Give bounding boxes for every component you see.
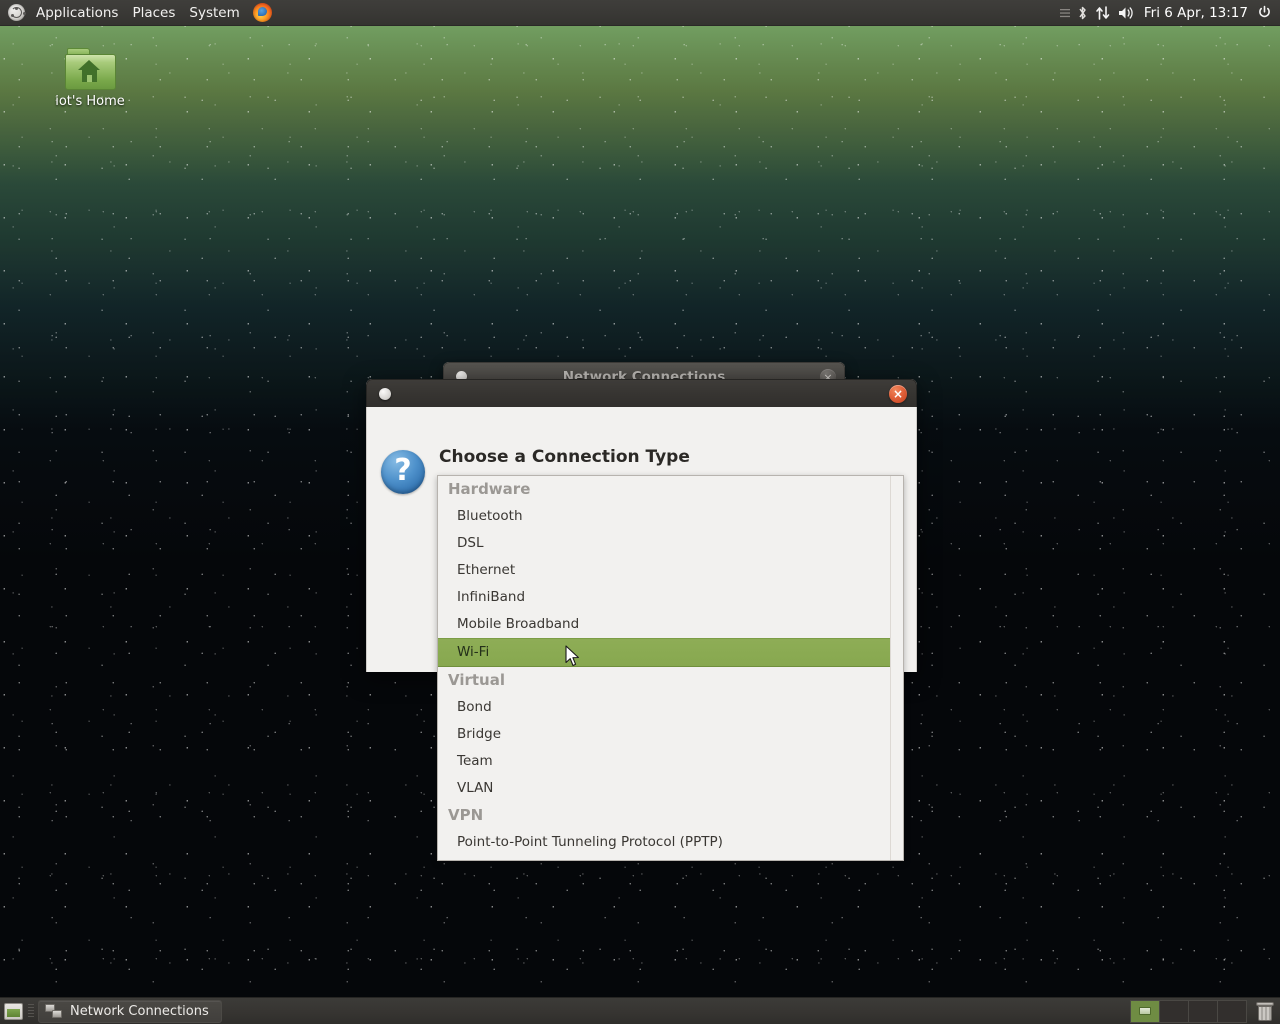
menu-indicator-icon[interactable] (1059, 7, 1070, 19)
group-header-vpn: VPN (448, 806, 484, 824)
menu-applications[interactable]: Applications (29, 2, 125, 24)
desktop-icon-home[interactable]: iot's Home (44, 48, 136, 109)
group-header-hardware: Hardware (448, 480, 531, 498)
menu-system[interactable]: System (182, 2, 246, 24)
connection-type-list[interactable]: Hardware Bluetooth DSL Ethernet InfiniBa… (437, 475, 904, 861)
show-desktop-icon[interactable] (4, 1002, 23, 1020)
clock[interactable]: Fri 6 Apr, 13:17 (1142, 5, 1250, 21)
dialog-heading: Choose a Connection Type (439, 447, 690, 467)
bluetooth-icon[interactable] (1077, 5, 1088, 21)
network-transfer-icon[interactable] (1095, 5, 1111, 21)
list-item-pptp[interactable]: Point-to-Point Tunneling Protocol (PPTP) (438, 829, 903, 856)
close-icon[interactable]: × (889, 385, 907, 403)
list-item-ethernet[interactable]: Ethernet (438, 557, 903, 584)
list-scrollbar[interactable] (890, 476, 903, 860)
list-item-wifi[interactable]: Wi-Fi (438, 638, 903, 667)
home-folder-icon (65, 48, 116, 90)
volume-icon[interactable] (1118, 5, 1135, 21)
desktop-icon-label: iot's Home (55, 94, 125, 109)
list-item-dsl[interactable]: DSL (438, 530, 903, 557)
question-mark-icon: ? (381, 450, 425, 494)
workspace-switcher[interactable] (1130, 999, 1247, 1023)
list-item-team[interactable]: Team (438, 748, 903, 775)
list-item-bond[interactable]: Bond (438, 694, 903, 721)
top-panel-left: Applications Places System (0, 2, 272, 24)
workspace-3[interactable] (1189, 1000, 1218, 1022)
ubuntu-logo-icon[interactable] (8, 4, 25, 21)
menu-places[interactable]: Places (125, 2, 182, 24)
group-header-virtual: Virtual (448, 671, 505, 689)
trash-icon[interactable] (1255, 1001, 1275, 1022)
list-item-mobile-broadband[interactable]: Mobile Broadband (438, 611, 903, 638)
list-item-infiniband[interactable]: InfiniBand (438, 584, 903, 611)
window-menu-icon[interactable] (379, 387, 391, 400)
taskbar-item-network-connections[interactable]: Network Connections (38, 999, 222, 1023)
power-icon[interactable] (1257, 5, 1272, 20)
desktop-screen: Applications Places System Fri 6 Apr, 13… (0, 0, 1280, 1024)
bottom-panel-right (1130, 998, 1280, 1024)
taskbar-item-label: Network Connections (70, 1003, 209, 1019)
top-panel-tray: Fri 6 Apr, 13:17 (1059, 5, 1280, 21)
top-panel: Applications Places System Fri 6 Apr, 13… (0, 0, 1280, 26)
dialog-titlebar[interactable]: × (366, 379, 917, 407)
list-item-bluetooth[interactable]: Bluetooth (438, 503, 903, 530)
list-item-vlan[interactable]: VLAN (438, 775, 903, 802)
workspace-1[interactable] (1131, 1000, 1160, 1022)
list-item-bridge[interactable]: Bridge (438, 721, 903, 748)
firefox-icon[interactable] (252, 3, 272, 22)
bottom-panel: Network Connections (0, 997, 1280, 1024)
window-list-handle[interactable] (28, 1003, 34, 1019)
network-connections-icon (45, 1003, 63, 1019)
workspace-4[interactable] (1218, 1000, 1246, 1022)
workspace-2[interactable] (1160, 1000, 1189, 1022)
